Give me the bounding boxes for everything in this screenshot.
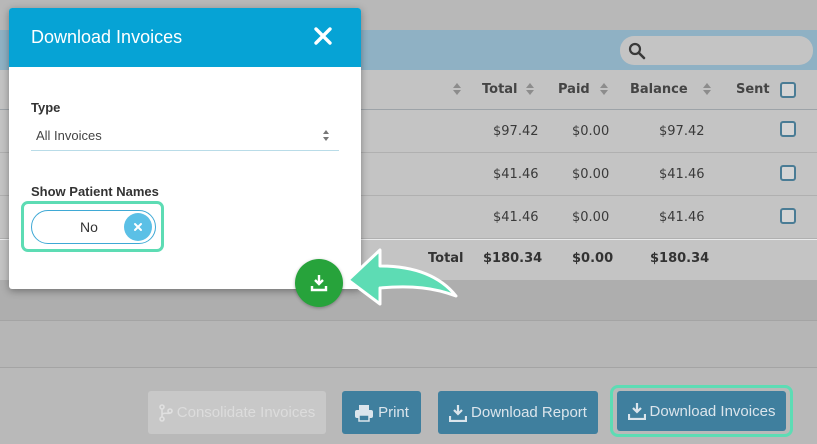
row-paid: $0.00 [572, 210, 610, 225]
column-header-sent: Sent [736, 82, 770, 97]
totals-paid: $0.00 [572, 251, 614, 266]
row-total: $41.46 [493, 167, 539, 182]
modal-header: Download Invoices [9, 8, 361, 67]
download-icon [449, 404, 468, 422]
print-button[interactable]: Print [342, 391, 421, 434]
row-balance: $97.42 [659, 124, 705, 139]
search-icon [628, 42, 646, 60]
consolidate-invoices-label: Consolidate Invoices [176, 404, 316, 421]
select-all-checkbox[interactable] [780, 82, 796, 98]
toggle-knob [124, 213, 152, 241]
show-patient-names-label: Show Patient Names [31, 184, 159, 199]
merge-icon [158, 403, 173, 422]
download-invoices-modal: Download Invoices Type All Invoices Show… [9, 8, 361, 289]
column-header-total[interactable]: Total [482, 82, 518, 97]
select-arrows-icon [323, 130, 331, 143]
sort-icon[interactable] [600, 82, 608, 96]
sort-icon[interactable] [526, 82, 534, 96]
download-invoices-button[interactable]: Download Invoices [617, 391, 786, 431]
row-total: $97.42 [493, 124, 539, 139]
download-report-button[interactable]: Download Report [438, 391, 598, 434]
row-sent-checkbox[interactable] [780, 208, 796, 224]
show-patient-names-toggle[interactable]: No [31, 210, 156, 244]
row-sent-checkbox[interactable] [780, 121, 796, 137]
type-label: Type [31, 100, 61, 115]
row-total: $41.46 [493, 210, 539, 225]
print-label: Print [378, 404, 409, 421]
totals-total: $180.34 [483, 251, 543, 266]
x-icon [134, 223, 142, 231]
type-select-value: All Invoices [36, 128, 102, 143]
pointer-arrow-icon [346, 248, 458, 306]
row-balance: $41.46 [659, 167, 705, 182]
type-select[interactable]: All Invoices [31, 124, 339, 151]
sort-icon[interactable] [453, 82, 461, 96]
row-paid: $0.00 [572, 167, 610, 182]
content-spacer [0, 320, 817, 368]
row-paid: $0.00 [572, 124, 610, 139]
search-input[interactable] [620, 36, 813, 65]
column-header-paid[interactable]: Paid [558, 82, 590, 97]
close-icon[interactable] [313, 26, 333, 46]
download-icon [627, 403, 646, 420]
download-icon [310, 275, 328, 292]
download-report-label: Download Report [471, 404, 587, 421]
consolidate-invoices-button[interactable]: Consolidate Invoices [148, 391, 326, 434]
sort-icon[interactable] [703, 82, 711, 96]
toggle-state-label: No [80, 219, 98, 235]
totals-balance: $180.34 [650, 251, 710, 266]
row-balance: $41.46 [659, 210, 705, 225]
column-header-balance[interactable]: Balance [630, 82, 688, 97]
download-invoices-label: Download Invoices [649, 402, 776, 420]
printer-icon [355, 404, 374, 422]
modal-title: Download Invoices [31, 27, 183, 47]
download-fab-button[interactable] [295, 259, 343, 307]
row-sent-checkbox[interactable] [780, 165, 796, 181]
